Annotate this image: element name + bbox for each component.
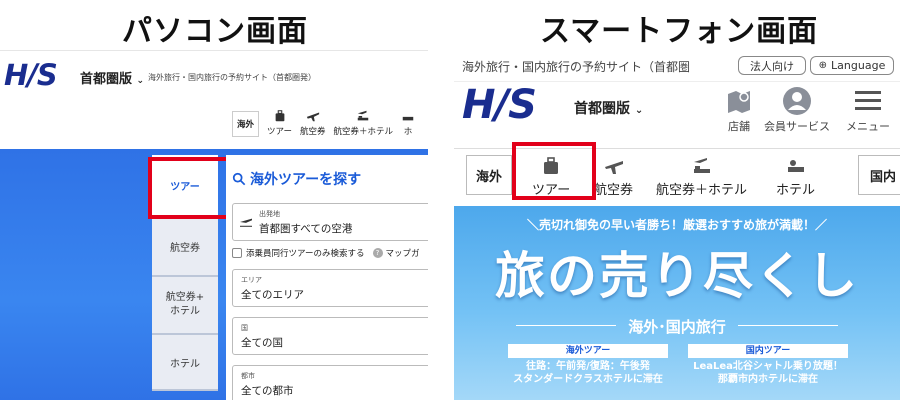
overseas-tour-badge: 海外ツアー (508, 344, 668, 358)
departure-label: 出発地 (259, 210, 280, 218)
overseas-line-1: 往路：午前発/復路：午後発 (526, 361, 650, 372)
nav-flight-hotel[interactable]: 航空券＋ホテル (333, 109, 394, 143)
search-title: 海外ツアーを探す (232, 169, 361, 189)
domestic-tour-badge: 国内ツアー (688, 344, 848, 358)
map-search-link[interactable]: マップガ (386, 247, 420, 259)
sp-region-label: 首都圏版 (574, 101, 630, 117)
suitcase-icon (275, 110, 284, 122)
nav-flight-label: 航空券 (300, 127, 326, 137)
country-select[interactable]: 国 全ての国 (232, 317, 428, 355)
plane-bed-icon (358, 110, 369, 121)
nav-hotel-partial-label: ホ (403, 127, 413, 137)
sp-his-logo[interactable]: H/S (462, 82, 537, 128)
country-value: 全ての国 (241, 337, 283, 349)
store-map-icon (728, 91, 750, 113)
menu-icon (855, 91, 881, 110)
sp-nav-hotel[interactable]: ホテル (776, 155, 815, 198)
region-selector[interactable]: 首都圏版 ⌄ (80, 68, 144, 87)
store-label: 店舗 (728, 120, 750, 133)
country-label: 国 (241, 324, 248, 332)
nav-tour-label: ツアー (267, 127, 293, 137)
escort-only-option: 添乗員同行ツアーのみ検索する ? マップガ (232, 247, 420, 259)
pc-header: H/S 首都圏版 ⌄ 海外旅行・国内旅行の予約サイト（首都圏発） (0, 51, 428, 99)
city-label: 都市 (241, 372, 255, 380)
sp-nav-flight-hotel-label: 航空券＋ホテル (656, 183, 748, 198)
menu-button[interactable]: メニュー (846, 86, 890, 134)
escort-only-label: 添乗員同行ツアーのみ検索する (246, 249, 365, 259)
nav-hotel-partial[interactable]: ホ (401, 109, 415, 143)
hotel-icon (787, 160, 804, 172)
member-service-label: 会員サービス (764, 120, 830, 133)
sp-tour-highlight-box (512, 142, 596, 200)
sp-screen: 海外旅行・国内旅行の予約サイト（首都圏 法人向け ⊕ Language H/S … (454, 50, 900, 400)
corporate-button[interactable]: 法人向け (738, 56, 806, 75)
chevron-down-icon: ⌄ (136, 76, 145, 86)
domestic-line-2: 那覇市内ホテルに滞在 (718, 374, 818, 385)
his-logo[interactable]: H/S (4, 58, 58, 92)
sp-nav-overseas[interactable]: 海外 (466, 155, 512, 195)
search-icon (232, 172, 246, 186)
departure-plane-icon (240, 218, 252, 227)
area-select[interactable]: エリア 全てのエリア (232, 269, 428, 307)
nav-overseas[interactable]: 海外 (232, 111, 260, 137)
site-tagline: 海外旅行・国内旅行の予約サイト（首都圏発） (148, 73, 316, 82)
side-tab-flight[interactable]: 航空券 (152, 217, 218, 277)
nav-flight[interactable]: 航空券 (300, 109, 326, 143)
pc-search-area: ツアー 航空券 航空券+ ホテル ホテル 海外ツアーを探す 出発地 首都圏すべて… (0, 149, 428, 400)
sp-nav-hotel-label: ホテル (776, 183, 816, 198)
airplane-icon (306, 112, 319, 122)
chevron-down-icon: ⌄ (634, 105, 644, 116)
city-select[interactable]: 都市 全ての都市 (232, 365, 428, 400)
sp-panel-title: スマートフォン画面 (540, 14, 819, 49)
sp-nav-flight-hotel[interactable]: 航空券＋ホテル (656, 155, 747, 198)
nav-flight-hotel-label: 航空券＋ホテル (333, 127, 394, 137)
escort-only-checkbox[interactable] (232, 248, 242, 258)
help-icon[interactable]: ? (372, 248, 383, 258)
region-label: 首都圏版 (80, 72, 133, 87)
member-service-button[interactable]: 会員サービス (764, 86, 830, 134)
banner-subtitle: ＼売切れ御免の早い者勝ち！厳選おすすめ旅が満載！／ (526, 218, 827, 232)
departure-field[interactable]: 出発地 首都圏すべての空港 (232, 203, 428, 241)
menu-label: メニュー (846, 120, 890, 133)
area-value: 全てのエリア (241, 289, 304, 301)
member-icon (783, 87, 811, 115)
side-tab-hotel[interactable]: ホテル (152, 335, 218, 391)
pc-search-form: 海外ツアーを探す 出発地 首都圏すべての空港 添乗員同行ツアーのみ検索する ? … (226, 155, 428, 400)
area-label: エリア (241, 276, 262, 284)
pc-main-nav: 海外 ツアー 航空券 航空券＋ホテル ホ (232, 109, 423, 143)
sp-top-bar: 海外旅行・国内旅行の予約サイト（首都圏 法人向け ⊕ Language (454, 50, 900, 82)
overseas-tour-details: 往路：午前発/復路：午後発 スタンダードクラスホテルに滞在 (498, 360, 678, 386)
pc-panel-title: パソコン画面 (122, 14, 308, 49)
domestic-line-1: LeaLea北谷シャトル乗り放題！ (693, 361, 843, 372)
city-value: 全ての都市 (241, 385, 294, 397)
sale-banner[interactable]: ＼売切れ御免の早い者勝ち！厳選おすすめ旅が満載！／ 旅の売り尽くし 海外･国内旅… (454, 206, 900, 400)
banner-region: 海外･国内旅行 (628, 318, 726, 336)
globe-icon: ⊕ (818, 60, 828, 71)
sp-nav-flight-label: 航空券 (594, 183, 634, 198)
sp-region-selector[interactable]: 首都圏版 ⌄ (574, 98, 643, 118)
sp-nav-domestic[interactable]: 国内 (858, 155, 900, 195)
airplane-icon (604, 161, 623, 174)
pc-screen: H/S 首都圏版 ⌄ 海外旅行・国内旅行の予約サイト（首都圏発） 海外 ツアー … (0, 50, 428, 400)
language-button[interactable]: ⊕ Language (810, 56, 894, 75)
plane-bed-icon (693, 158, 710, 173)
overseas-line-2: スタンダードクラスホテルに滞在 (513, 374, 663, 385)
pc-tour-highlight-box (148, 157, 230, 219)
sp-tagline: 海外旅行・国内旅行の予約サイト（首都圏 (462, 60, 691, 74)
departure-value: 首都圏すべての空港 (259, 223, 353, 235)
banner-headline: 旅の売り尽くし (495, 247, 859, 305)
domestic-tour-details: LeaLea北谷シャトル乗り放題！ 那覇市内ホテルに滞在 (678, 360, 858, 386)
store-button[interactable]: 店舗 (724, 86, 754, 134)
banner-rule-right (738, 325, 838, 326)
sp-nav-flight[interactable]: 航空券 (594, 155, 633, 198)
search-title-text: 海外ツアーを探す (250, 172, 362, 188)
side-tab-flight-hotel[interactable]: 航空券+ ホテル (152, 277, 218, 335)
hotel-icon (402, 116, 414, 121)
language-label: Language (831, 59, 886, 72)
nav-tour[interactable]: ツアー (267, 109, 292, 143)
